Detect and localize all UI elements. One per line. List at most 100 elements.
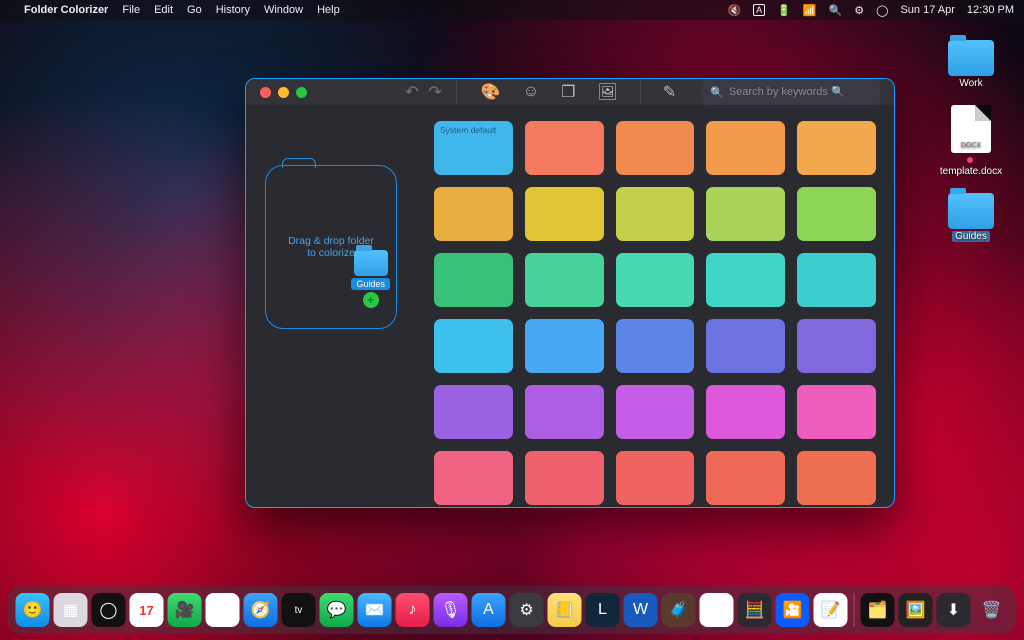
- color-swatch[interactable]: [616, 385, 695, 439]
- color-swatch[interactable]: [616, 253, 695, 307]
- color-swatch[interactable]: [616, 121, 695, 175]
- folder-icon: [354, 250, 388, 276]
- dock-siri[interactable]: ◯: [92, 593, 126, 627]
- fullscreen-button[interactable]: [296, 87, 307, 98]
- color-swatch[interactable]: [616, 451, 695, 505]
- color-swatch[interactable]: [706, 451, 785, 505]
- dock-word[interactable]: W: [624, 593, 658, 627]
- redo-button[interactable]: ↷: [428, 82, 441, 102]
- traffic-lights: [260, 87, 307, 98]
- color-swatch[interactable]: [525, 385, 604, 439]
- color-swatch[interactable]: [797, 121, 876, 175]
- search-field[interactable]: 🔍: [702, 79, 880, 105]
- dock-appstore[interactable]: A: [472, 593, 506, 627]
- dock-facetime[interactable]: 🎥: [168, 593, 202, 627]
- color-swatch[interactable]: [706, 385, 785, 439]
- color-swatch[interactable]: [706, 187, 785, 241]
- color-swatch[interactable]: [525, 451, 604, 505]
- color-swatch[interactable]: [797, 253, 876, 307]
- dock-folder-colorizer-dock[interactable]: 🗂️: [861, 593, 895, 627]
- dock-chrome[interactable]: ◎: [206, 593, 240, 627]
- image-tab-icon[interactable]: 🖼: [597, 82, 617, 102]
- color-swatch[interactable]: [525, 253, 604, 307]
- color-grid: System default: [416, 105, 894, 508]
- dock-messages[interactable]: 💬: [320, 593, 354, 627]
- dock-zoom[interactable]: 🎦: [776, 593, 810, 627]
- color-swatch[interactable]: [525, 121, 604, 175]
- color-swatch[interactable]: [434, 187, 513, 241]
- desktop-folder-work[interactable]: Work: [936, 40, 1006, 89]
- shapes-tab-icon[interactable]: ❐: [561, 82, 575, 102]
- color-swatch[interactable]: [797, 319, 876, 373]
- dock-safari[interactable]: 🧭: [244, 593, 278, 627]
- dock-finder[interactable]: 🙂: [16, 593, 50, 627]
- title-bar[interactable]: ↶ ↷ 🎨 ☺ ❐ 🖼 ✎ 🔍: [246, 79, 894, 105]
- color-swatch[interactable]: [706, 319, 785, 373]
- color-swatch[interactable]: [434, 253, 513, 307]
- folder-tab-icon: [282, 158, 316, 168]
- dock-podcasts[interactable]: 🎙: [434, 593, 468, 627]
- dock-trash[interactable]: 🗑️: [975, 593, 1009, 627]
- desktop-folder-guides[interactable]: Guides: [936, 193, 1006, 242]
- undo-button[interactable]: ↶: [405, 82, 418, 102]
- dragged-folder[interactable]: Guides +: [351, 250, 390, 308]
- drop-zone[interactable]: Drag & drop folder to colorize Guides +: [265, 165, 397, 329]
- dock-calc[interactable]: 🧮: [738, 593, 772, 627]
- color-swatch[interactable]: [797, 451, 876, 505]
- menu-edit[interactable]: Edit: [154, 4, 173, 16]
- eyedropper-icon[interactable]: ✎: [663, 82, 676, 102]
- dock-settings[interactable]: ⚙: [510, 593, 544, 627]
- palette-tab-icon[interactable]: 🎨: [481, 82, 501, 102]
- desktop-file-template[interactable]: DOCX template.docx: [936, 105, 1006, 177]
- color-swatch[interactable]: [434, 451, 513, 505]
- search-icon: 🔍: [710, 86, 724, 99]
- menubar-time[interactable]: 12:30 PM: [967, 4, 1014, 16]
- emoji-tab-icon[interactable]: ☺: [523, 83, 539, 101]
- color-swatch[interactable]: [706, 253, 785, 307]
- sidebar: Drag & drop folder to colorize Guides +: [246, 105, 416, 508]
- dock-screenshot-tool[interactable]: 🖼️: [899, 593, 933, 627]
- battery-icon[interactable]: 🔋: [777, 4, 791, 17]
- color-swatch[interactable]: [525, 187, 604, 241]
- color-swatch[interactable]: [434, 319, 513, 373]
- color-swatch[interactable]: [797, 385, 876, 439]
- dragged-folder-label: Guides: [351, 278, 390, 290]
- dock-league[interactable]: L: [586, 593, 620, 627]
- dock-notes[interactable]: 📒: [548, 593, 582, 627]
- color-swatch[interactable]: [616, 187, 695, 241]
- dock-vlc[interactable]: ▲: [700, 593, 734, 627]
- dock-mail[interactable]: ✉️: [358, 593, 392, 627]
- color-swatch[interactable]: [525, 319, 604, 373]
- control-center-icon[interactable]: ⚙: [854, 4, 864, 17]
- dock-calendar[interactable]: 17: [130, 593, 164, 627]
- dock-launchpad[interactable]: ▦: [54, 593, 88, 627]
- color-swatch[interactable]: [434, 385, 513, 439]
- search-input[interactable]: [729, 86, 872, 98]
- menu-history[interactable]: History: [216, 4, 250, 16]
- input-source-icon[interactable]: A: [753, 4, 765, 16]
- color-swatch[interactable]: [706, 121, 785, 175]
- desktop-label: Work: [959, 78, 982, 89]
- dock-appletv[interactable]: tv: [282, 593, 316, 627]
- menu-app-name[interactable]: Folder Colorizer: [24, 4, 108, 16]
- dock-textedit[interactable]: 📝: [814, 593, 848, 627]
- menu-help[interactable]: Help: [317, 4, 340, 16]
- dock-downloads[interactable]: ⬇: [937, 593, 971, 627]
- color-swatch[interactable]: System default: [434, 121, 513, 175]
- add-indicator-icon: +: [363, 292, 379, 308]
- spotlight-icon[interactable]: 🔍: [829, 4, 843, 17]
- folder-icon: [948, 40, 994, 76]
- menu-file[interactable]: File: [122, 4, 140, 16]
- siri-icon[interactable]: ◯: [876, 4, 888, 17]
- minimize-button[interactable]: [278, 87, 289, 98]
- menubar-date[interactable]: Sun 17 Apr: [900, 4, 954, 16]
- color-swatch[interactable]: [797, 187, 876, 241]
- volume-muted-icon[interactable]: 🔇: [727, 4, 741, 17]
- menu-window[interactable]: Window: [264, 4, 303, 16]
- dock-cot[interactable]: 🧳: [662, 593, 696, 627]
- close-button[interactable]: [260, 87, 271, 98]
- color-swatch[interactable]: [616, 319, 695, 373]
- wifi-icon[interactable]: 📶: [803, 4, 817, 17]
- dock-music[interactable]: ♪: [396, 593, 430, 627]
- menu-go[interactable]: Go: [187, 4, 202, 16]
